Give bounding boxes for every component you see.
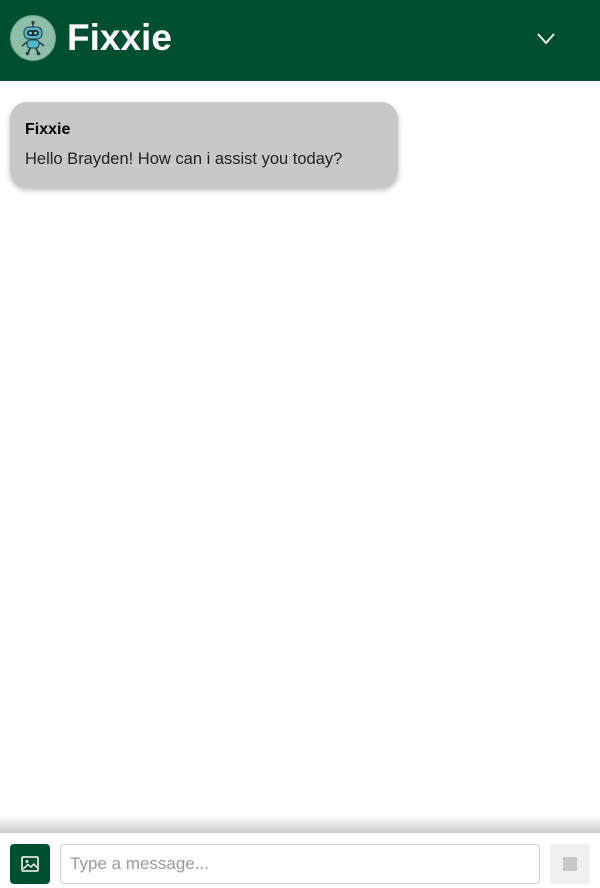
robot-icon (10, 15, 56, 61)
message-composer (0, 833, 600, 888)
message-text: Hello Brayden! How can i assist you toda… (25, 150, 343, 168)
chat-header: Fixxie (0, 0, 600, 81)
send-button[interactable] (550, 844, 590, 884)
message-sender: Fixxie (25, 121, 71, 138)
attach-image-button[interactable] (10, 844, 50, 884)
collapse-button[interactable] (530, 22, 562, 54)
send-icon (563, 857, 577, 871)
image-icon (21, 856, 39, 872)
message-input[interactable] (60, 844, 540, 884)
composer-divider-shadow (0, 815, 600, 835)
message-bubble: Fixxie Hello Brayden! How can i assist y… (10, 102, 398, 187)
chat-window: Fixxie Fixxie Hello Brayden! How can i a… (0, 0, 600, 888)
message-list: Fixxie Hello Brayden! How can i assist y… (0, 81, 600, 823)
chevron-down-icon (537, 33, 555, 45)
app-title: Fixxie (67, 17, 172, 58)
